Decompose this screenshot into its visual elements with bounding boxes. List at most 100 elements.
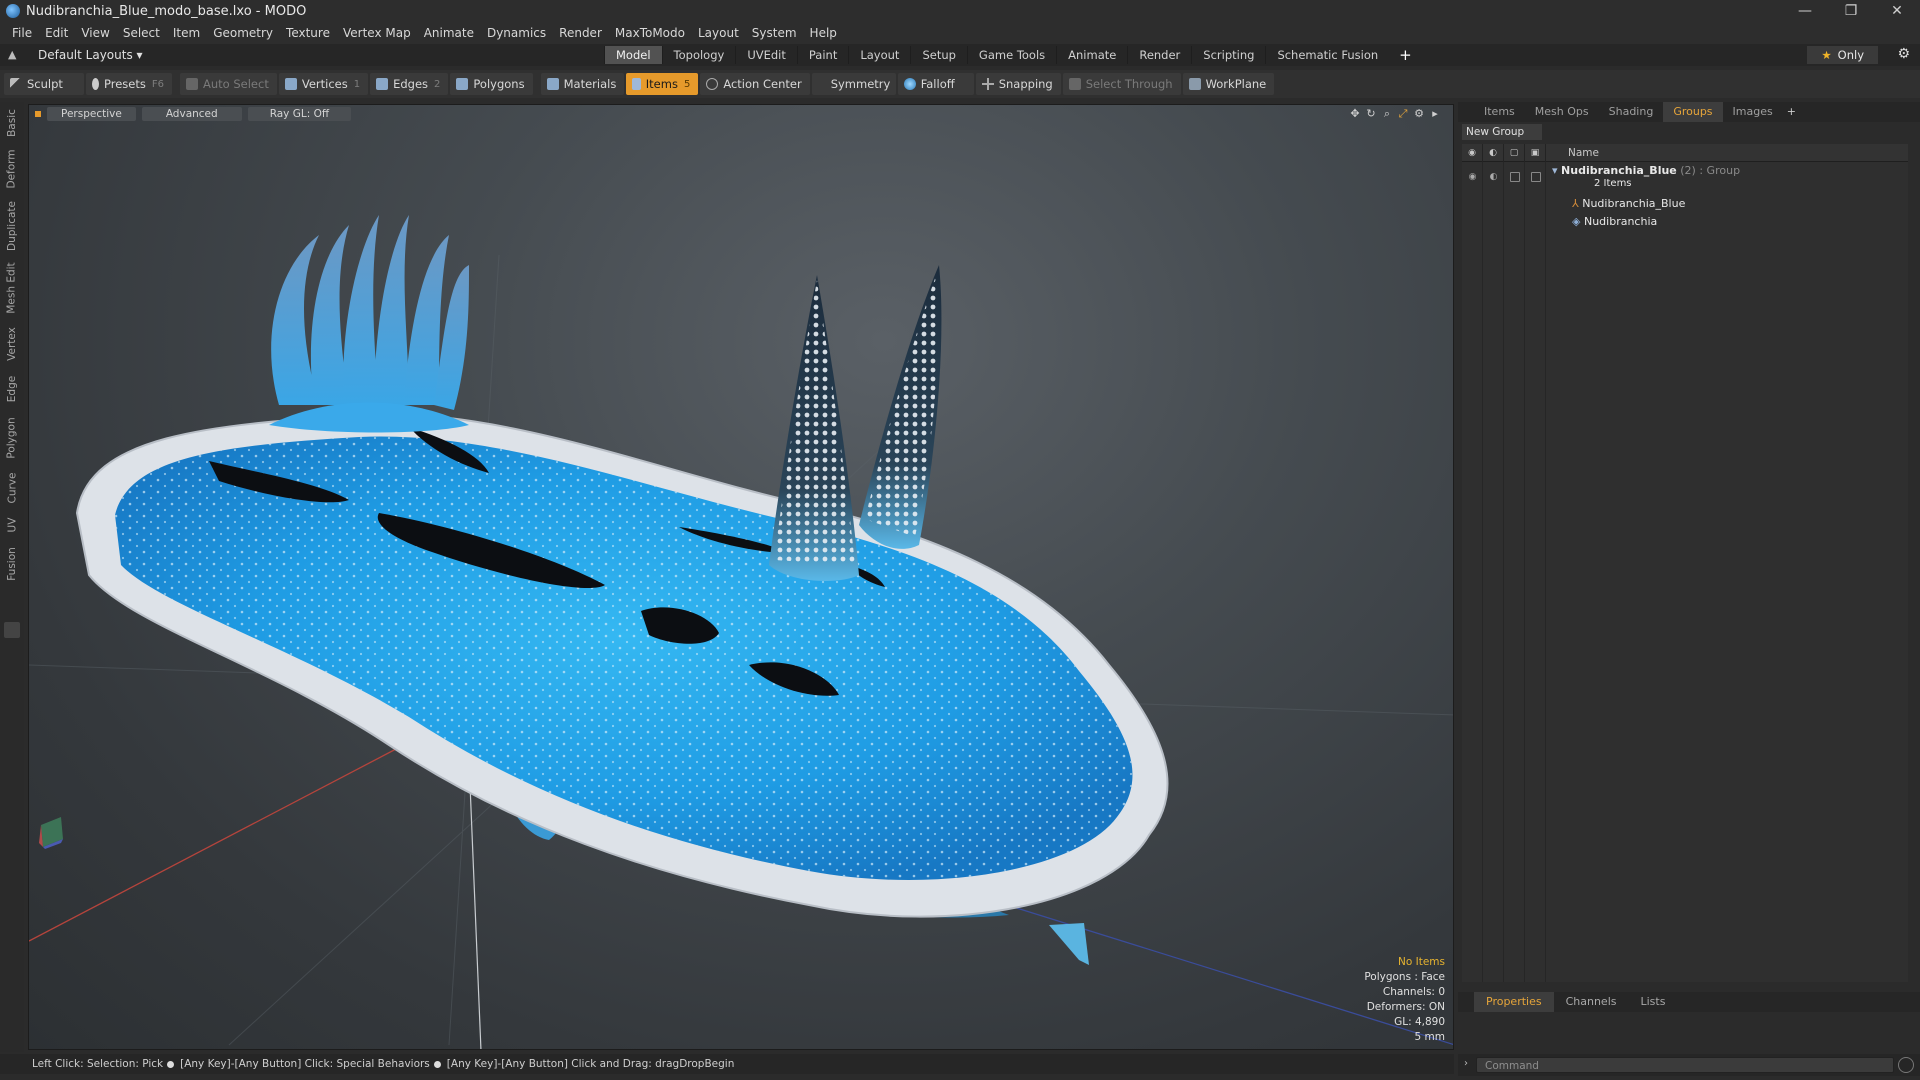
select-checkbox[interactable]	[1525, 168, 1546, 186]
layout-select[interactable]: Default Layouts ▾	[38, 48, 143, 62]
tab-mesh-ops[interactable]: Mesh Ops	[1525, 102, 1599, 122]
select-column-icon[interactable]: ▣	[1525, 143, 1546, 162]
3d-viewport[interactable]: Perspective Advanced Ray GL: Off ✥ ↻ ⌕ ⤢…	[28, 104, 1454, 1050]
eye-icon[interactable]: ◉	[1462, 168, 1483, 186]
menu-animate[interactable]: Animate	[420, 26, 483, 40]
menu-item[interactable]: Item	[169, 26, 209, 40]
snapping-button[interactable]: Snapping	[975, 73, 1061, 95]
tab-shading[interactable]: Shading	[1599, 102, 1664, 122]
action-center-button[interactable]: Action Center	[700, 73, 810, 95]
layout-toggle-icon[interactable]: ▲	[8, 48, 22, 62]
menu-edit[interactable]: Edit	[41, 26, 77, 40]
falloff-button[interactable]: Falloff	[897, 73, 974, 95]
sculpt-button[interactable]: Sculpt	[4, 73, 84, 95]
snapping-icon	[981, 78, 994, 90]
group-row[interactable]: ◉ ◐ ▾ Nudibranchia_Blue (2) : Group 2 It…	[1462, 162, 1908, 192]
zoom-view-icon[interactable]: ⌕	[1379, 107, 1395, 121]
tab-model[interactable]: Model	[604, 46, 662, 64]
viewport-menu-icon[interactable]	[35, 111, 41, 117]
tab-setup[interactable]: Setup	[910, 46, 966, 64]
move-view-icon[interactable]: ✥	[1347, 107, 1363, 121]
viewport-header: Perspective Advanced Ray GL: Off	[29, 105, 1453, 123]
tab-topology[interactable]: Topology	[661, 46, 736, 64]
name-column-header[interactable]: Name	[1568, 147, 1599, 159]
raygl-dropdown[interactable]: Ray GL: Off	[247, 107, 352, 121]
only-button[interactable]: ★ Only	[1807, 46, 1878, 64]
vertices-button[interactable]: Vertices 1	[278, 73, 369, 95]
render-column-icon[interactable]: ◐	[1483, 143, 1504, 162]
tab-vertex[interactable]: Vertex	[2, 322, 22, 366]
tab-curve[interactable]: Curve	[2, 468, 22, 508]
viewport-scene[interactable]	[29, 105, 1454, 1050]
fit-view-icon[interactable]: ⤢	[1395, 107, 1411, 121]
tab-duplicate[interactable]: Duplicate	[2, 198, 22, 254]
edges-button[interactable]: Edges 2	[370, 73, 449, 95]
menu-layout[interactable]: Layout	[694, 26, 748, 40]
tab-fusion[interactable]: Fusion	[2, 542, 22, 586]
tab-polygon[interactable]: Polygon	[2, 412, 22, 464]
menu-system[interactable]: System	[748, 26, 806, 40]
left-panel-toggle[interactable]	[4, 622, 20, 638]
view-mode-dropdown[interactable]: Perspective	[47, 107, 136, 121]
tab-mesh-edit[interactable]: Mesh Edit	[2, 260, 22, 316]
symmetry-button[interactable]: Symmetry	[811, 73, 896, 95]
menu-maxtomodo[interactable]: MaxToModo	[611, 26, 694, 40]
viewport-settings-icon[interactable]: ⚙	[1411, 107, 1427, 121]
menu-dynamics[interactable]: Dynamics	[483, 26, 555, 40]
vertices-shortcut: 1	[353, 78, 361, 90]
command-history-icon[interactable]: ›	[1464, 1058, 1468, 1069]
menu-view[interactable]: View	[77, 26, 118, 40]
new-group-button[interactable]: New Group	[1462, 124, 1542, 140]
tab-uvedit[interactable]: UVEdit	[735, 46, 797, 64]
lock-column-icon[interactable]: ▢	[1504, 143, 1525, 162]
menu-render[interactable]: Render	[555, 26, 611, 40]
tab-render[interactable]: Render	[1127, 46, 1191, 64]
menu-texture[interactable]: Texture	[282, 26, 339, 40]
items-button[interactable]: Items 5	[626, 73, 699, 95]
select-through-button[interactable]: Select Through	[1062, 73, 1181, 95]
tab-channels[interactable]: Channels	[1554, 992, 1629, 1012]
tab-groups[interactable]: Groups	[1663, 102, 1723, 122]
maximize-button[interactable]: ❐	[1828, 0, 1874, 22]
tab-lists[interactable]: Lists	[1629, 992, 1678, 1012]
menu-geometry[interactable]: Geometry	[209, 26, 282, 40]
add-tab-icon[interactable]: +	[1389, 46, 1422, 64]
tab-items[interactable]: Items	[1474, 102, 1525, 122]
tab-schematic-fusion[interactable]: Schematic Fusion	[1265, 46, 1389, 64]
tab-paint[interactable]: Paint	[796, 46, 848, 64]
tab-basic[interactable]: Basic	[2, 106, 22, 140]
tab-layout[interactable]: Layout	[848, 46, 910, 64]
tab-game-tools[interactable]: Game Tools	[966, 46, 1056, 64]
command-run-icon[interactable]	[1898, 1057, 1914, 1073]
gear-icon[interactable]: ⚙	[1897, 46, 1910, 62]
group-member-row[interactable]: ⅄ Nudibranchia_Blue	[1462, 194, 1908, 212]
menu-select[interactable]: Select	[119, 26, 169, 40]
tab-uv[interactable]: UV	[2, 512, 22, 538]
render-toggle-icon[interactable]: ◐	[1483, 168, 1504, 186]
menu-file[interactable]: File	[8, 26, 41, 40]
minimize-button[interactable]: —	[1782, 0, 1828, 22]
close-button[interactable]: ✕	[1874, 0, 1920, 22]
status-pick: Left Click: Selection: Pick	[32, 1058, 164, 1070]
tab-scripting[interactable]: Scripting	[1191, 46, 1265, 64]
tab-deform[interactable]: Deform	[2, 146, 22, 192]
menu-help[interactable]: Help	[806, 26, 846, 40]
expand-arrow-icon[interactable]: ▸	[1427, 107, 1443, 121]
tab-animate[interactable]: Animate	[1056, 46, 1127, 64]
menu-vertex-map[interactable]: Vertex Map	[339, 26, 420, 40]
rotate-view-icon[interactable]: ↻	[1363, 107, 1379, 121]
workplane-button[interactable]: WorkPlane	[1182, 73, 1275, 95]
presets-button[interactable]: Presets F6	[86, 73, 172, 95]
tab-images[interactable]: Images	[1723, 102, 1783, 122]
tab-edge[interactable]: Edge	[2, 370, 22, 408]
tab-properties[interactable]: Properties	[1474, 992, 1554, 1012]
command-input[interactable]: Command	[1476, 1057, 1894, 1073]
shading-dropdown[interactable]: Advanced	[141, 107, 242, 121]
auto-select-button[interactable]: Auto Select	[180, 73, 277, 95]
lock-checkbox[interactable]	[1504, 168, 1525, 186]
materials-button[interactable]: Materials	[540, 73, 625, 95]
visibility-column-icon[interactable]: ◉	[1462, 143, 1483, 162]
add-panel-tab-icon[interactable]: +	[1783, 102, 1800, 122]
group-member-row[interactable]: ◈ Nudibranchia	[1462, 212, 1908, 230]
polygons-button[interactable]: Polygons	[450, 73, 533, 95]
